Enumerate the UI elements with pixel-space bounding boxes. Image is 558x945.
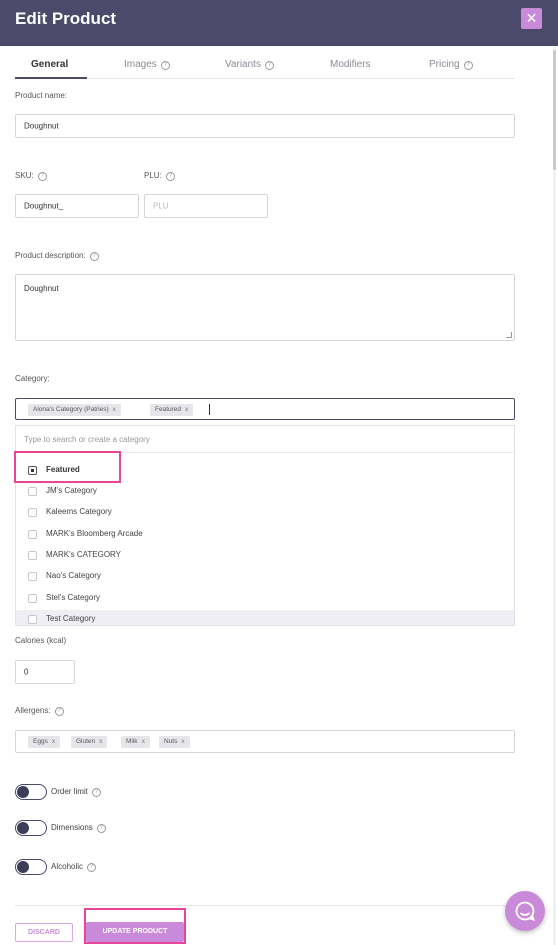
sku-label: SKU:? [15,171,47,181]
allergen-chip: Milk x [121,736,150,748]
chip-remove-icon[interactable]: x [52,738,55,745]
tab-variants[interactable]: Variants? [225,59,274,70]
category-option[interactable]: Test Category [16,610,514,625]
allergen-chip: Nuts x [159,736,190,748]
help-icon: ? [89,252,99,261]
plu-label: PLU:? [144,171,175,181]
scrollbar-thumb[interactable] [553,50,556,170]
help-icon: ? [160,61,170,70]
plu-input[interactable]: PLU [144,194,268,218]
chip-remove-icon[interactable]: x [142,738,145,745]
product-name-input[interactable]: Doughnut [15,114,515,138]
description-textarea[interactable]: Doughnut [15,274,515,341]
scrollbar-track[interactable] [553,46,556,945]
tab-pricing[interactable]: Pricing? [429,59,473,70]
plu-placeholder: PLU [153,201,169,211]
help-icon: ? [165,172,175,181]
help-icon: ? [264,61,274,70]
category-label: Category: [15,374,50,383]
active-tab-indicator [15,77,87,79]
category-chip: Alona's Category (Patries) x [28,404,121,416]
category-search-input[interactable]: Type to search or create a category [16,426,514,453]
dimensions-toggle[interactable] [15,820,47,836]
chip-remove-icon[interactable]: x [181,738,184,745]
alcoholic-label: Alcoholic? [51,862,97,872]
chat-icon [515,901,535,921]
footer-divider [15,905,533,906]
modal-title: Edit Product [15,9,117,28]
product-name-value: Doughnut [24,121,59,131]
allergens-label: Allergens:? [15,706,64,716]
discard-button[interactable]: DISCARD [15,923,73,942]
chip-remove-icon[interactable]: x [113,406,116,413]
toggle-knob [17,861,29,873]
product-name-label: Product name: [15,91,68,100]
toggle-knob [17,822,29,834]
help-icon: ? [91,788,101,797]
chat-widget-button[interactable] [505,891,545,931]
description-value: Doughnut [24,284,59,293]
help-icon: ? [37,172,47,181]
category-option[interactable]: Nao's Category [16,567,514,587]
checkbox-icon[interactable] [28,487,37,496]
close-icon[interactable]: ✕ [521,8,542,29]
modal-header: Edit Product ✕ [0,0,558,46]
dimensions-label: Dimensions? [51,823,106,833]
help-icon: ? [463,61,473,70]
tab-general[interactable]: General [31,59,68,70]
help-icon: ? [87,863,97,872]
category-option[interactable]: MARK's Bloomberg Arcade [16,525,514,545]
category-multiselect[interactable]: Alona's Category (Patries) x Featured x [15,398,515,420]
checkbox-icon[interactable] [28,508,37,517]
chip-remove-icon[interactable]: x [185,406,188,413]
category-option[interactable]: Stel's Category [16,589,514,609]
chip-remove-icon[interactable]: x [99,738,102,745]
checkbox-icon[interactable] [28,594,37,603]
help-icon: ? [54,707,64,716]
alcoholic-toggle[interactable] [15,859,47,875]
order-limit-label: Order limit? [51,787,101,797]
checkbox-icon[interactable] [28,551,37,560]
text-caret [209,404,210,415]
allergen-chip: Eggs x [28,736,61,748]
highlight-box [84,908,186,944]
sku-input[interactable]: Doughnut_ [15,194,139,218]
highlight-box [14,451,121,483]
order-limit-toggle[interactable] [15,784,47,800]
tab-bar: General Images? Variants? Modifiers Pric… [15,54,515,79]
checkbox-icon[interactable] [28,615,37,624]
category-option[interactable]: Kaleems Category [16,503,514,523]
tab-modifiers[interactable]: Modifiers [330,59,371,70]
resize-handle-icon[interactable] [506,332,512,338]
tab-images[interactable]: Images? [124,59,170,70]
toggle-knob [17,786,29,798]
allergens-multiselect[interactable]: Eggs x Gluten x Milk x Nuts x [15,730,515,753]
description-label: Product description:? [15,251,99,261]
checkbox-icon[interactable] [28,530,37,539]
calories-input[interactable]: 0 [15,660,75,684]
category-chip: Featured x [150,404,194,416]
allergen-chip: Gluten x [71,736,108,748]
category-option[interactable]: MARK's CATEGORY [16,546,514,566]
sku-value: Doughnut_ [24,201,64,211]
calories-value: 0 [24,667,29,677]
category-option[interactable]: JM's Category [16,482,514,502]
help-icon: ? [96,824,106,833]
calories-label: Calories (kcal) [15,636,67,645]
checkbox-icon[interactable] [28,572,37,581]
